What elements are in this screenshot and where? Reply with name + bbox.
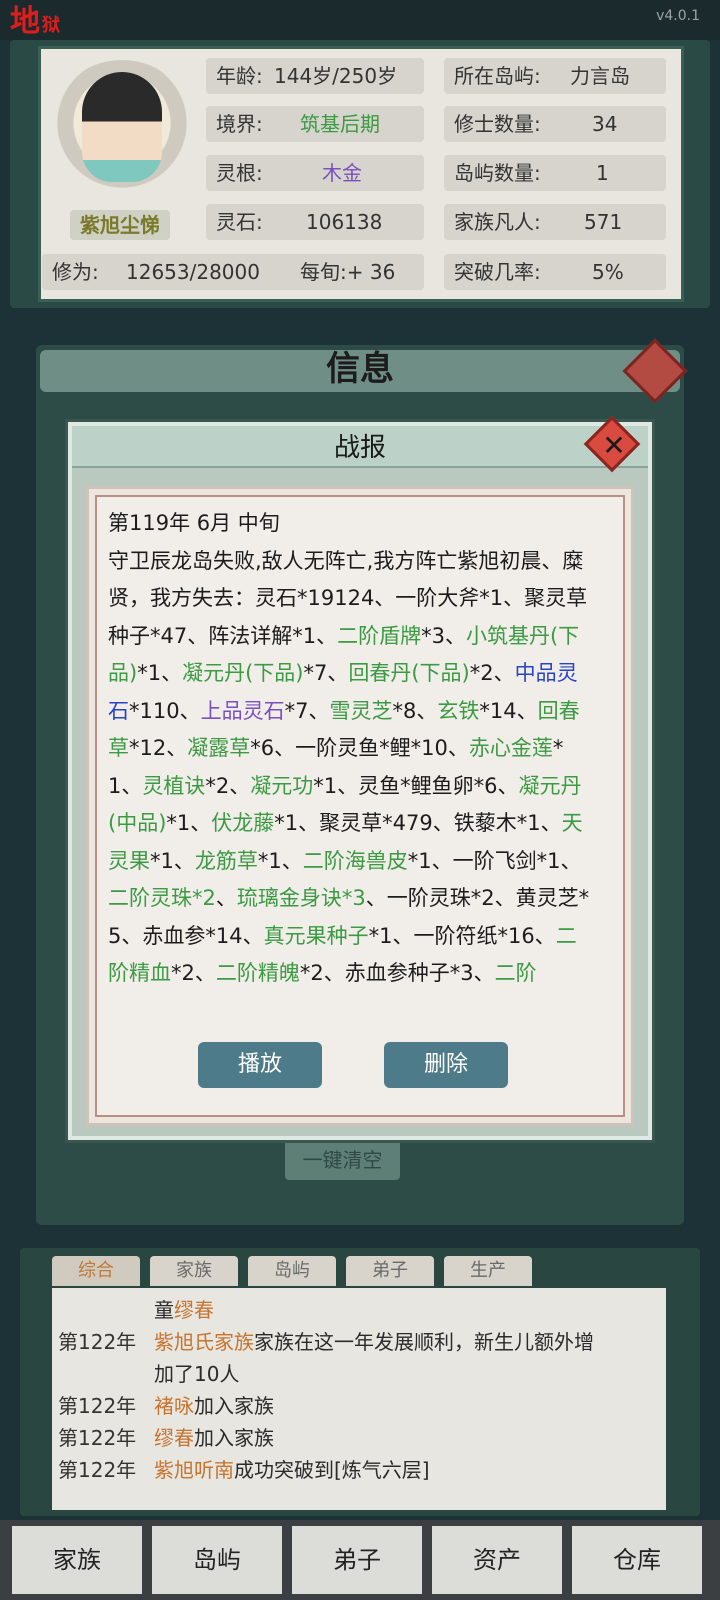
log-entry: 第122年 紫旭氏家族家族在这一年发展顺利，新生儿额外增 xyxy=(58,1326,662,1358)
tab-production[interactable]: 生产 xyxy=(444,1256,532,1286)
report-segment: *6、一阶灵鱼*鲤*10、 xyxy=(250,736,469,760)
log-entry: 第122年 褚咏加入家族 xyxy=(58,1390,662,1422)
stat-cultivators: 修士数量: 34 xyxy=(444,106,666,142)
nav-assets[interactable]: 资产 xyxy=(432,1526,562,1594)
stat-cultivation: 修为: 12653/28000 每旬:+ 36 xyxy=(42,254,424,290)
stat-island-count: 岛屿数量: 1 xyxy=(444,155,666,191)
report-segment: *1、 xyxy=(137,661,183,685)
log-text: 紫旭氏家族 xyxy=(154,1330,254,1354)
report-segment: 、 xyxy=(215,886,237,910)
log-text: 缪春 xyxy=(174,1298,214,1322)
report-segment: *2、赤血参种子*3、 xyxy=(299,961,495,985)
report-segment: 伏龙藤 xyxy=(211,811,275,835)
report-segment: 上品灵石 xyxy=(200,698,285,723)
report-segment: 凝元丹(下品) xyxy=(182,661,304,685)
nav-warehouse[interactable]: 仓库 xyxy=(572,1526,702,1594)
report-segment: *1、一阶符纸*16、 xyxy=(368,923,556,948)
delete-button[interactable]: 删除 xyxy=(384,1042,508,1088)
log-text: 童 xyxy=(154,1298,174,1322)
log-text: 加入家族 xyxy=(194,1394,274,1418)
report-title: 战报 xyxy=(333,433,386,463)
character-name: 紫旭尘悌 xyxy=(70,210,170,240)
report-segment: 灵植诀 xyxy=(142,773,206,798)
log-text: 褚咏 xyxy=(154,1394,194,1418)
report-segment: *14、 xyxy=(479,698,538,723)
report-segment: 琉璃金身诀*3 xyxy=(236,886,366,910)
report-segment: *12、 xyxy=(129,736,188,760)
report-segment: *2、 xyxy=(469,661,515,685)
log-year: 第122年 xyxy=(58,1426,137,1450)
report-segment: *1、 xyxy=(257,848,303,873)
app-logo: 地狱 xyxy=(10,4,60,39)
report-segment: 真元果种子 xyxy=(263,923,369,948)
report-content[interactable]: 第119年 6月 中旬 守卫辰龙岛失败,敌人无阵亡,我方阵亡紫旭初晨、糜贤，我方… xyxy=(108,505,594,1045)
report-segment: *7、 xyxy=(303,661,349,685)
stat-spirit-stone: 灵石: 106138 xyxy=(206,204,424,240)
report-segment: *1、一阶飞剑*1、 xyxy=(407,848,582,873)
tab-disciple[interactable]: 弟子 xyxy=(346,1256,434,1286)
report-segment: 二阶灵珠*2 xyxy=(108,886,216,910)
report-segment: *110、 xyxy=(129,698,201,723)
report-body: 守卫辰龙岛失败,敌人无阵亡,我方阵亡紫旭初晨、糜贤，我方失去：灵石*19124、… xyxy=(108,543,594,993)
log-text: 加了10人 xyxy=(154,1362,240,1386)
top-bar xyxy=(0,0,720,40)
report-segment: *1、 xyxy=(166,811,212,835)
report-segment: 二阶 xyxy=(494,961,537,985)
report-segment: *8、 xyxy=(392,698,438,723)
log-text: 成功突破到[炼气六层] xyxy=(234,1458,430,1482)
log-entry: 童缪春 xyxy=(58,1294,662,1326)
info-title: 信息 xyxy=(326,349,394,389)
report-segment: 玄铁 xyxy=(437,698,480,723)
close-icon: ✕ xyxy=(602,429,626,462)
tab-island[interactable]: 岛屿 xyxy=(248,1256,336,1286)
nav-islands[interactable]: 岛屿 xyxy=(152,1526,282,1594)
log-year: 第122年 xyxy=(58,1458,137,1482)
log-entry: 第122年 缪春加入家族 xyxy=(58,1422,662,1454)
stat-age: 年龄: 144岁/250岁 xyxy=(206,58,424,94)
report-segment: 凝露草 xyxy=(187,736,251,760)
version-label: v4.0.1 xyxy=(656,8,700,24)
report-segment: *3、 xyxy=(421,623,466,648)
log-text: 缪春 xyxy=(154,1426,194,1450)
report-segment: 凝元功 xyxy=(250,773,314,798)
log-entry: 加了10人 xyxy=(58,1358,662,1390)
report-segment: 二阶盾牌 xyxy=(337,623,422,648)
clear-all-button[interactable]: 一键清空 xyxy=(285,1140,400,1180)
log-text: 家族在这一年发展顺利，新生儿额外增 xyxy=(254,1330,594,1354)
report-segment: 回春丹(下品) xyxy=(348,661,470,685)
tab-family[interactable]: 家族 xyxy=(150,1256,238,1286)
log-entry: 第122年 紫旭听南成功突破到[炼气六层] xyxy=(58,1454,662,1486)
character-portrait xyxy=(82,72,162,182)
log-year: 第122年 xyxy=(58,1330,137,1354)
stat-mortals: 家族凡人: 571 xyxy=(444,204,666,240)
log-text: 加入家族 xyxy=(194,1426,274,1450)
report-segment: *7、 xyxy=(284,698,330,723)
report-segment: 赤心金莲 xyxy=(468,736,553,760)
log-year: 第122年 xyxy=(58,1394,137,1418)
play-button[interactable]: 播放 xyxy=(198,1042,322,1088)
report-segment: *1、聚灵草*479、铁藜木*1、 xyxy=(274,811,562,835)
report-segment: 二阶精魄 xyxy=(215,961,300,985)
tab-general[interactable]: 综合 xyxy=(52,1256,140,1286)
stat-breakthrough: 突破几率: 5% xyxy=(444,254,666,290)
stat-spirit-root: 灵根: 木金 xyxy=(206,155,424,191)
report-segment: *2、 xyxy=(205,773,251,798)
report-segment: 雪灵芝 xyxy=(329,698,393,723)
report-segment: *1、灵鱼*鲤鱼卵*6、 xyxy=(313,773,519,798)
nav-family[interactable]: 家族 xyxy=(12,1526,142,1594)
report-segment: *1、 xyxy=(150,848,195,873)
report-segment: 二阶海兽皮 xyxy=(302,848,408,873)
report-date: 第119年 6月 中旬 xyxy=(108,511,280,535)
stat-realm: 境界: 筑基后期 xyxy=(206,106,424,142)
stat-island: 所在岛屿: 力言岛 xyxy=(444,58,666,94)
report-segment: *2、 xyxy=(171,961,216,985)
nav-disciples[interactable]: 弟子 xyxy=(292,1526,422,1594)
log-text: 紫旭听南 xyxy=(154,1458,234,1482)
report-segment: 龙筋草 xyxy=(194,848,258,873)
